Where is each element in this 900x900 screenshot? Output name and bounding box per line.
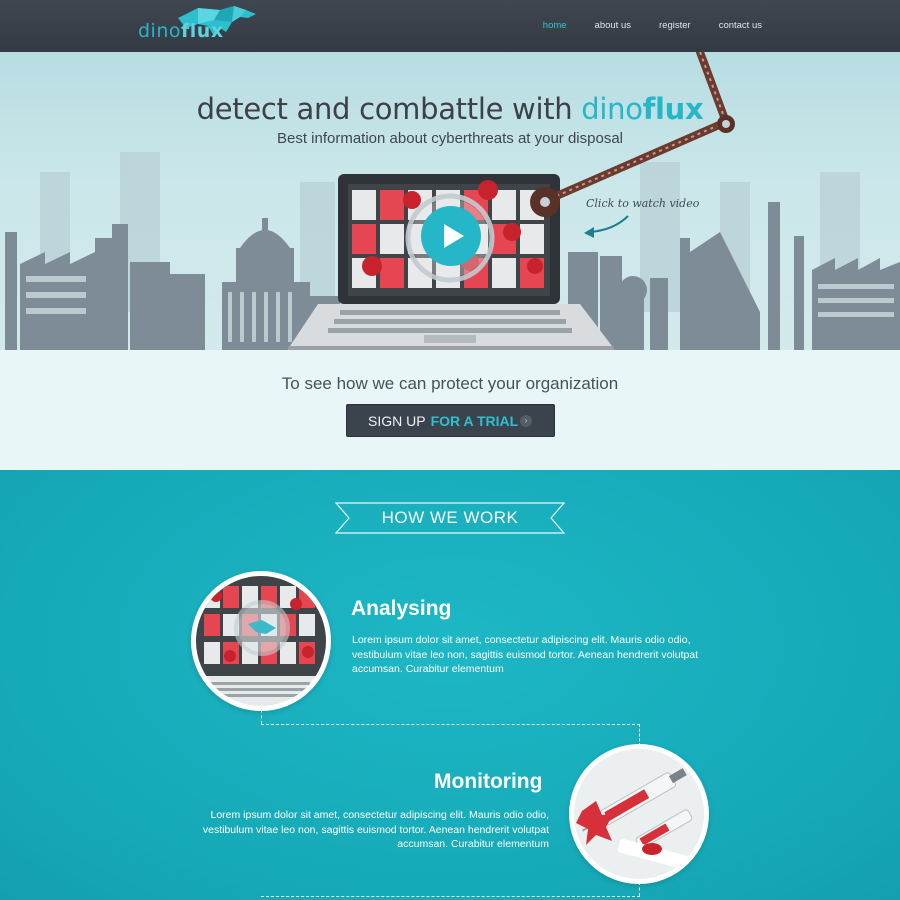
analysing-illustration xyxy=(191,571,331,711)
chevron-right-icon: › xyxy=(520,415,532,427)
cta-text: To see how we can protect your organizat… xyxy=(281,374,619,393)
headline-text: detect and combattle with xyxy=(196,92,582,126)
logo-wordmark: dinoflux xyxy=(138,20,224,42)
button-main-label: SIGN UP xyxy=(368,412,426,429)
section-title: HOW WE WORK xyxy=(381,508,519,527)
button-accent-label: FOR A TRIAL xyxy=(430,412,519,429)
connector-line-4 xyxy=(261,896,640,897)
headline-brand-1: dino xyxy=(581,92,643,126)
connector-line-3 xyxy=(639,724,640,746)
hero-subheadline: Best information about cyberthreats at y… xyxy=(276,130,624,147)
monitoring-image xyxy=(574,749,704,879)
nav-register[interactable]: register xyxy=(659,20,691,31)
analysing-image xyxy=(196,576,326,706)
connector-line-2 xyxy=(261,724,640,725)
nav-contact-us[interactable]: contact us xyxy=(719,20,762,31)
watch-video-link[interactable]: Click to watch video xyxy=(586,197,699,210)
logo-part-2: flux xyxy=(181,20,224,42)
hero-headline: detect and combattle with dinoflux xyxy=(0,92,900,126)
cta-section: To see how we can protect your organizat… xyxy=(0,350,900,470)
hero-section: detect and combattle with dinoflux Best … xyxy=(0,52,900,350)
logo[interactable]: dinoflux xyxy=(138,6,262,46)
step-analysing-title: Analysing xyxy=(351,597,452,620)
connector-line-5 xyxy=(639,882,640,896)
play-video-button[interactable] xyxy=(420,156,482,218)
step-analysing-body: Lorem ipsum dolor sit amet, consectetur … xyxy=(352,634,699,675)
nav-home[interactable]: home xyxy=(543,20,567,31)
logo-part-1: dino xyxy=(138,20,182,42)
step-monitoring-title: Monitoring xyxy=(434,770,543,793)
main-menu: home about us register contact us xyxy=(515,20,762,31)
top-nav: dinoflux home about us register contact … xyxy=(0,0,900,52)
how-we-work-section: HOW WE WORK Analysing Lorem ipsum dolor … xyxy=(0,470,900,900)
headline-brand-2: flux xyxy=(642,92,704,126)
connector-line-1 xyxy=(261,704,262,724)
monitoring-illustration xyxy=(569,744,709,884)
nav-about-us[interactable]: about us xyxy=(595,20,631,31)
signup-trial-button[interactable]: SIGN UP FOR A TRIAL › xyxy=(346,404,555,437)
step-monitoring-body: Lorem ipsum dolor sit amet, consectetur … xyxy=(202,809,549,850)
